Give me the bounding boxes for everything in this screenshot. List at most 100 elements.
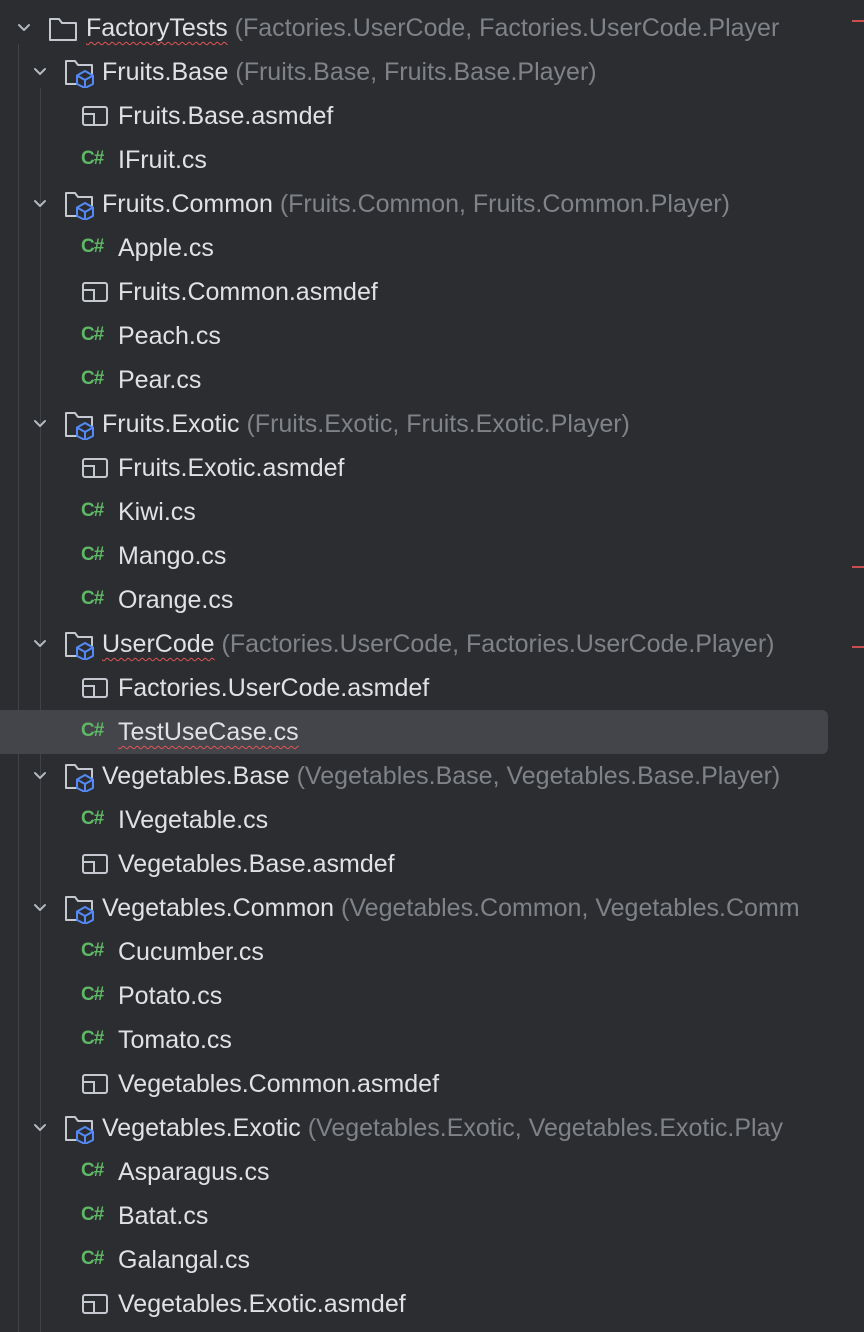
module-folder-icon [65, 60, 94, 88]
module-label: Vegetables.Base (Vegetables.Base, Vegeta… [102, 762, 781, 790]
module-folder-icon [65, 192, 94, 220]
file-label: Asparagus.cs [118, 1158, 270, 1186]
asmdef-file-icon [82, 458, 108, 478]
file-row-galangal-cs[interactable]: C# Galangal.cs [0, 1238, 864, 1282]
file-row-tomato-cs[interactable]: C# Tomato.cs [0, 1018, 864, 1062]
module-label: Fruits.Exotic (Fruits.Exotic, Fruits.Exo… [102, 410, 630, 438]
module-hint: (Factories.UserCode, Factories.UserCode.… [221, 630, 775, 658]
csharp-file-icon: C# [81, 1028, 104, 1049]
chevron-down-icon[interactable] [30, 634, 50, 654]
file-label: TestUseCase.cs [118, 718, 299, 746]
file-label: Mango.cs [118, 542, 227, 570]
module-row-usercode[interactable]: UserCode (Factories.UserCode, Factories.… [0, 622, 864, 666]
file-row-asparagus-cs[interactable]: C# Asparagus.cs [0, 1150, 864, 1194]
module-hint: (Fruits.Base, Fruits.Base.Player) [235, 58, 597, 86]
module-folder-icon [65, 764, 94, 792]
asmdef-file-icon [82, 1294, 108, 1314]
tree-root-hint: (Factories.UserCode, Factories.UserCode.… [234, 14, 780, 42]
file-row-factories-usercode-asmdef[interactable]: Factories.UserCode.asmdef [0, 666, 864, 710]
module-label: UserCode (Factories.UserCode, Factories.… [102, 630, 775, 658]
module-hint: (Vegetables.Common, Vegetables.Comm [341, 894, 800, 922]
tree-root-row[interactable]: FactoryTests (Factories.UserCode, Factor… [0, 6, 864, 50]
chevron-down-icon[interactable] [14, 18, 34, 38]
module-row-fruits-common[interactable]: Fruits.Common (Fruits.Common, Fruits.Com… [0, 182, 864, 226]
file-label: Vegetables.Common.asmdef [118, 1070, 440, 1098]
file-label: Fruits.Common.asmdef [118, 278, 378, 306]
file-label: Factories.UserCode.asmdef [118, 674, 430, 702]
file-label: Tomato.cs [118, 1026, 232, 1054]
module-row-fruits-exotic[interactable]: Fruits.Exotic (Fruits.Exotic, Fruits.Exo… [0, 402, 864, 446]
file-row-batat-cs[interactable]: C# Batat.cs [0, 1194, 864, 1238]
module-row-fruits-base[interactable]: Fruits.Base (Fruits.Base, Fruits.Base.Pl… [0, 50, 864, 94]
csharp-file-icon: C# [81, 1248, 104, 1269]
asmdef-file-icon [82, 678, 108, 698]
file-row-fruits-common-asmdef[interactable]: Fruits.Common.asmdef [0, 270, 864, 314]
file-label: Peach.cs [118, 322, 221, 350]
project-tree: FactoryTests (Factories.UserCode, Factor… [0, 0, 864, 1332]
error-stripe-mark[interactable] [852, 646, 864, 648]
csharp-file-icon: C# [81, 1160, 104, 1181]
chevron-down-icon[interactable] [30, 898, 50, 918]
chevron-down-icon[interactable] [30, 62, 50, 82]
file-row-testusecase-cs[interactable]: C# TestUseCase.cs [0, 710, 864, 754]
module-row-vegetables-exotic[interactable]: Vegetables.Exotic (Vegetables.Exotic, Ve… [0, 1106, 864, 1150]
file-row-fruits-base-asmdef[interactable]: Fruits.Base.asmdef [0, 94, 864, 138]
file-label: IFruit.cs [118, 146, 207, 174]
file-label: IVegetable.cs [118, 806, 269, 834]
file-row-vegetables-common-asmdef[interactable]: Vegetables.Common.asmdef [0, 1062, 864, 1106]
csharp-file-icon: C# [81, 368, 104, 389]
csharp-file-icon: C# [81, 544, 104, 565]
file-row-vegetables-base-asmdef[interactable]: Vegetables.Base.asmdef [0, 842, 864, 886]
csharp-file-icon: C# [81, 236, 104, 257]
module-folder-icon [65, 896, 94, 924]
module-label: Vegetables.Exotic (Vegetables.Exotic, Ve… [102, 1114, 783, 1142]
file-label: Potato.cs [118, 982, 223, 1010]
file-row-kiwi-cs[interactable]: C# Kiwi.cs [0, 490, 864, 534]
folder-icon [49, 18, 77, 41]
file-row-vegetables-exotic-asmdef[interactable]: Vegetables.Exotic.asmdef [0, 1282, 864, 1326]
file-label: Cucumber.cs [118, 938, 264, 966]
chevron-down-icon[interactable] [30, 766, 50, 786]
file-label: Fruits.Base.asmdef [118, 102, 334, 130]
module-folder-icon [65, 1116, 94, 1144]
module-hint: (Fruits.Exotic, Fruits.Exotic.Player) [246, 410, 630, 438]
module-folder-icon [65, 412, 94, 440]
chevron-down-icon[interactable] [30, 194, 50, 214]
file-row-orange-cs[interactable]: C# Orange.cs [0, 578, 864, 622]
file-label: Vegetables.Base.asmdef [118, 850, 395, 878]
csharp-file-icon: C# [81, 984, 104, 1005]
asmdef-file-icon [82, 282, 108, 302]
csharp-file-icon: C# [81, 500, 104, 521]
file-label: Apple.cs [118, 234, 214, 262]
csharp-file-icon: C# [81, 1204, 104, 1225]
file-label: Fruits.Exotic.asmdef [118, 454, 345, 482]
csharp-file-icon: C# [81, 588, 104, 609]
module-hint: (Vegetables.Exotic, Vegetables.Exotic.Pl… [307, 1114, 783, 1142]
file-label: Vegetables.Exotic.asmdef [118, 1290, 406, 1318]
csharp-file-icon: C# [81, 940, 104, 961]
module-row-vegetables-base[interactable]: Vegetables.Base (Vegetables.Base, Vegeta… [0, 754, 864, 798]
error-stripe-mark[interactable] [852, 566, 864, 568]
file-row-cucumber-cs[interactable]: C# Cucumber.cs [0, 930, 864, 974]
file-label: Batat.cs [118, 1202, 209, 1230]
error-stripe-mark[interactable] [852, 20, 864, 22]
module-hint: (Fruits.Common, Fruits.Common.Player) [279, 190, 730, 218]
chevron-down-icon[interactable] [30, 1118, 50, 1138]
module-hint: (Vegetables.Base, Vegetables.Base.Player… [296, 762, 781, 790]
file-row-fruits-exotic-asmdef[interactable]: Fruits.Exotic.asmdef [0, 446, 864, 490]
file-row-peach-cs[interactable]: C# Peach.cs [0, 314, 864, 358]
tree-root-label: FactoryTests (Factories.UserCode, Factor… [86, 14, 780, 42]
file-label: Pear.cs [118, 366, 202, 394]
file-row-ifruit-cs[interactable]: C# IFruit.cs [0, 138, 864, 182]
csharp-file-icon: C# [81, 808, 104, 829]
file-row-apple-cs[interactable]: C# Apple.cs [0, 226, 864, 270]
module-folder-icon [65, 632, 94, 660]
file-row-potato-cs[interactable]: C# Potato.cs [0, 974, 864, 1018]
module-label: Fruits.Common (Fruits.Common, Fruits.Com… [102, 190, 730, 218]
file-row-pear-cs[interactable]: C# Pear.cs [0, 358, 864, 402]
file-row-ivegetable-cs[interactable]: C# IVegetable.cs [0, 798, 864, 842]
module-label: Vegetables.Common (Vegetables.Common, Ve… [102, 894, 800, 922]
file-row-mango-cs[interactable]: C# Mango.cs [0, 534, 864, 578]
chevron-down-icon[interactable] [30, 414, 50, 434]
module-row-vegetables-common[interactable]: Vegetables.Common (Vegetables.Common, Ve… [0, 886, 864, 930]
